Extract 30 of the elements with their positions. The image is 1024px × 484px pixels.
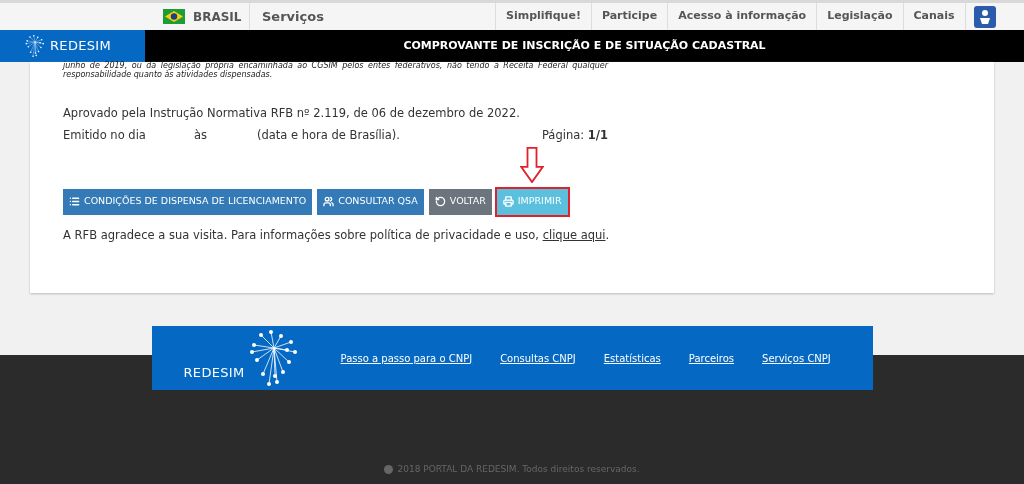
privacy-text: A RFB agradece a sua visita. Para informações sobre política de privacidade e uso, clique aqui. [63,226,611,244]
timezone-note: (data e hora de Brasília). [257,127,400,145]
footer-link[interactable]: Estatísticas [603,350,661,366]
logo-text: REDESIM [183,363,245,382]
privacy-link[interactable]: clique aqui [542,227,606,242]
disclaimer-line: junho de 2019, ou da legislação própria encaminhada ao CGSIM pelos entes federativos, não tendo a Receita Federal qualquer [63,61,608,70]
network-icon [24,35,46,57]
logo-text: REDESIM [50,37,112,56]
approval-text: Aprovado pela Instrução Normativa RFB nº 2.119, de 06 de dezembro de 2022. [63,105,521,122]
issued-label: Emitido no dia [63,127,147,145]
page-number: Página: 1/1 [541,127,608,145]
action-button[interactable]: VOLTAR [428,188,492,215]
flag-icon [163,9,185,24]
time-separator: às [194,127,209,145]
footer-link[interactable]: Serviços CNPJ [762,350,831,366]
down-arrow-icon [520,146,545,183]
footer-link[interactable]: Consultas CNPJ [500,350,576,366]
footer-link[interactable]: Parceiros [688,350,735,366]
network-icon [248,330,299,386]
action-button[interactable]: CONSULTAR QSA [317,188,424,215]
footer-link[interactable]: Passo a passo para o CNPJ [340,350,473,366]
printer-icon [502,196,514,207]
country-label[interactable]: BRASIL [193,7,242,26]
disclaimer-line: responsabilidade quanto às atividades dispensadas. [63,70,274,79]
page-title: COMPROVANTE DE INSCRIÇÃO E DE SITUAÇÃO CADASTRAL [403,37,766,54]
accessibility-icon[interactable] [973,5,996,28]
list-icon [69,196,80,207]
users-icon [323,196,335,207]
action-button[interactable]: CONDIÇÕES DE DISPENSA DE LICENCIAMENTO [63,188,313,215]
undo-icon [434,196,446,207]
